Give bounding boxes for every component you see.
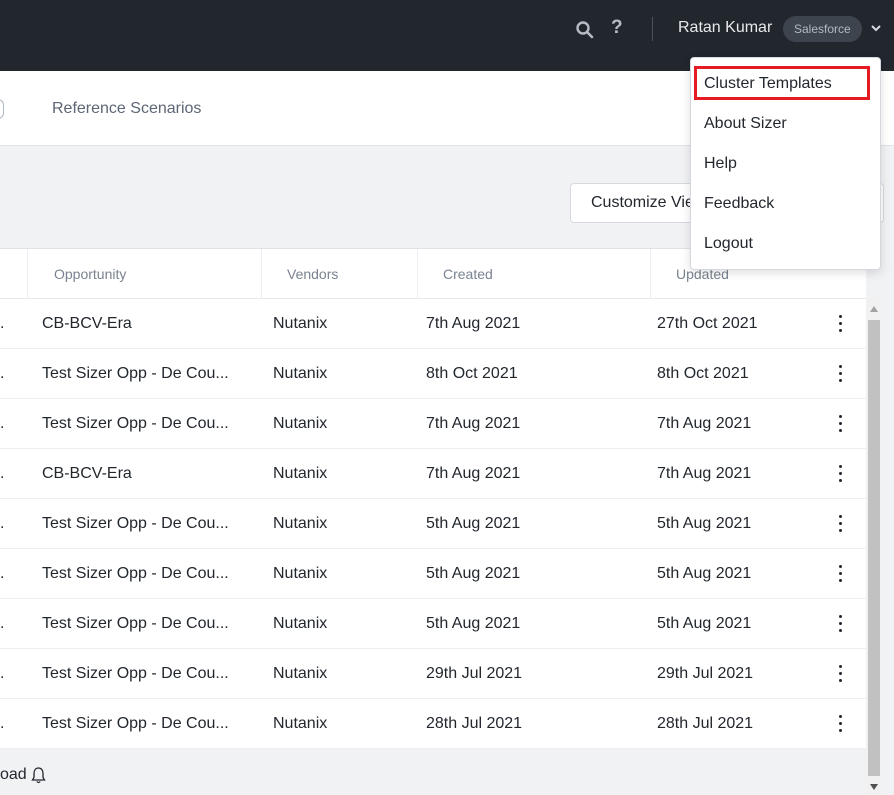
table-row[interactable]: . Test Sizer Opp - De Cou... Nutanix 5th Au…	[0, 599, 866, 649]
more-actions-icon[interactable]	[830, 362, 850, 386]
cell-truncated: .	[0, 415, 5, 432]
bell-icon[interactable]	[31, 766, 46, 784]
cell-opportunity: CB-BCV-Era	[42, 315, 132, 332]
menu-item-cluster-templates[interactable]: Cluster Templates	[704, 75, 832, 93]
cell-opportunity: Test Sizer Opp - De Cou...	[42, 665, 229, 682]
cell-updated: 27th Oct 2021	[657, 315, 758, 332]
cell-opportunity: CB-BCV-Era	[42, 465, 132, 482]
cell-vendor: Nutanix	[273, 515, 328, 532]
more-actions-icon[interactable]	[830, 712, 850, 736]
menu-item-logout[interactable]: Logout	[704, 235, 753, 253]
cell-truncated: .	[0, 365, 5, 382]
cell-updated: 5th Aug 2021	[657, 565, 752, 582]
more-actions-icon[interactable]	[830, 512, 850, 536]
cell-vendor: Nutanix	[273, 665, 328, 682]
cell-opportunity: Test Sizer Opp - De Cou...	[42, 515, 229, 532]
cell-opportunity: Test Sizer Opp - De Cou...	[42, 415, 229, 432]
table-row[interactable]: . Test Sizer Opp - De Cou... Nutanix 5th Au…	[0, 499, 866, 549]
cell-vendor: Nutanix	[273, 365, 328, 382]
more-actions-icon[interactable]	[830, 412, 850, 436]
user-menu-dropdown: Cluster Templates About Sizer Help Feedb…	[690, 57, 881, 270]
cell-truncated: .	[0, 615, 5, 632]
cell-vendor: Nutanix	[273, 715, 328, 732]
cell-opportunity: Test Sizer Opp - De Cou...	[42, 715, 229, 732]
menu-item-feedback[interactable]: Feedback	[704, 195, 774, 213]
cell-truncated: .	[0, 465, 5, 482]
cell-opportunity: Test Sizer Opp - De Cou...	[42, 365, 229, 382]
menu-item-about-sizer[interactable]: About Sizer	[704, 115, 787, 133]
cell-updated: 8th Oct 2021	[657, 365, 749, 382]
column-header-created[interactable]: Created	[417, 249, 650, 299]
menu-item-help[interactable]: Help	[704, 155, 737, 173]
table-row[interactable]: . CB-BCV-Era Nutanix 7th Aug 2021 27th Oct 2…	[0, 299, 866, 349]
scroll-down-arrow-icon[interactable]	[870, 784, 878, 790]
org-badge: Salesforce	[783, 16, 862, 42]
cell-updated: 7th Aug 2021	[657, 465, 752, 482]
tab-edge-indicator	[0, 99, 4, 119]
tab-reference-scenarios[interactable]: Reference Scenarios	[52, 100, 201, 118]
more-actions-icon[interactable]	[830, 462, 850, 486]
cell-vendor: Nutanix	[273, 615, 328, 632]
cell-truncated: .	[0, 665, 5, 682]
cell-opportunity: Test Sizer Opp - De Cou...	[42, 565, 229, 582]
more-actions-icon[interactable]	[830, 612, 850, 636]
cell-created: 5th Aug 2021	[426, 515, 521, 532]
table-row[interactable]: . Test Sizer Opp - De Cou... Nutanix 5th Au…	[0, 549, 866, 599]
cell-created: 28th Jul 2021	[426, 715, 523, 732]
table-row[interactable]: . Test Sizer Opp - De Cou... Nutanix 7th Au…	[0, 399, 866, 449]
cell-updated: 7th Aug 2021	[657, 415, 752, 432]
cell-updated: 28th Jul 2021	[657, 715, 754, 732]
scenarios-table: Opportunity Vendors Created Updated . CB-…	[0, 248, 866, 749]
column-header-vendors[interactable]: Vendors	[261, 249, 417, 299]
table-scrollbar[interactable]	[866, 298, 882, 795]
cell-created: 7th Aug 2021	[426, 415, 521, 432]
cell-created: 29th Jul 2021	[426, 665, 523, 682]
more-actions-icon[interactable]	[830, 312, 850, 336]
chevron-down-icon[interactable]	[869, 21, 883, 35]
cell-truncated: .	[0, 565, 5, 582]
cell-created: 8th Oct 2021	[426, 365, 518, 382]
header-divider	[652, 17, 653, 41]
cell-truncated: .	[0, 515, 5, 532]
more-actions-icon[interactable]	[830, 662, 850, 686]
cell-opportunity: Test Sizer Opp - De Cou...	[42, 615, 229, 632]
table-row[interactable]: . CB-BCV-Era Nutanix 7th Aug 2021 7th Aug 20…	[0, 449, 866, 499]
cell-updated: 5th Aug 2021	[657, 615, 752, 632]
cell-created: 7th Aug 2021	[426, 465, 521, 482]
cell-updated: 29th Jul 2021	[657, 665, 754, 682]
scrollbar-thumb[interactable]	[868, 320, 880, 776]
more-actions-icon[interactable]	[830, 562, 850, 586]
user-name[interactable]: Ratan Kumar	[678, 19, 772, 37]
cell-truncated: .	[0, 715, 5, 732]
cell-created: 7th Aug 2021	[426, 315, 521, 332]
cell-updated: 5th Aug 2021	[657, 515, 752, 532]
cell-truncated: .	[0, 315, 5, 332]
cell-vendor: Nutanix	[273, 465, 328, 482]
table-row[interactable]: . Test Sizer Opp - De Cou... Nutanix 8th Oc…	[0, 349, 866, 399]
scroll-up-arrow-icon[interactable]	[870, 306, 878, 312]
table-row[interactable]: . Test Sizer Opp - De Cou... Nutanix 28th J…	[0, 699, 866, 749]
cell-created: 5th Aug 2021	[426, 615, 521, 632]
footer-text[interactable]: oad	[0, 766, 27, 784]
table-row[interactable]: . Test Sizer Opp - De Cou... Nutanix 29th J…	[0, 649, 866, 699]
cell-vendor: Nutanix	[273, 565, 328, 582]
cell-created: 5th Aug 2021	[426, 565, 521, 582]
search-icon[interactable]	[575, 20, 595, 40]
column-header-opportunity[interactable]: Opportunity	[27, 249, 261, 299]
cell-vendor: Nutanix	[273, 315, 328, 332]
cell-vendor: Nutanix	[273, 415, 328, 432]
help-icon[interactable]: ?	[611, 17, 623, 39]
